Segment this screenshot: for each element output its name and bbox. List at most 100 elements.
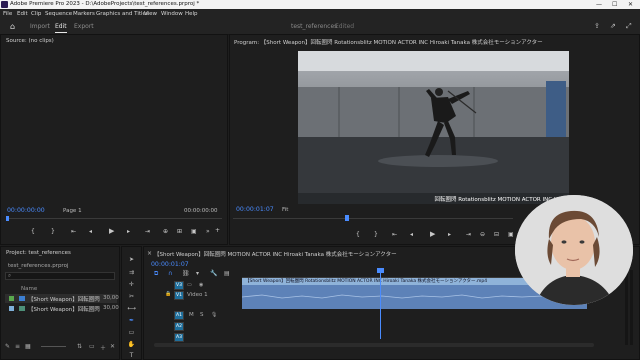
- source-add-button-icon[interactable]: +: [215, 227, 220, 234]
- sequence-tab[interactable]: 【Short Weapon】回転圏閃 MOTION ACTOR INC Hiro…: [154, 250, 397, 258]
- mute-button[interactable]: M: [189, 312, 194, 318]
- source-timecode[interactable]: 00:00:00:00: [7, 207, 45, 214]
- track-target-a1[interactable]: A1: [174, 311, 184, 320]
- slip-tool-icon[interactable]: ⟷: [127, 304, 136, 313]
- playhead-handle[interactable]: [377, 268, 384, 273]
- rectangle-tool-icon[interactable]: ▭: [127, 328, 136, 337]
- program-step-back-icon[interactable]: ◂: [410, 231, 413, 238]
- lift-icon[interactable]: ⊖: [480, 231, 485, 238]
- timeline-playhead[interactable]: [380, 269, 381, 339]
- delete-icon[interactable]: ✕: [110, 343, 115, 350]
- pen-tool-icon[interactable]: ✒: [127, 316, 136, 325]
- project-item-row[interactable]: 【Short Weapon】回転圏閃 30,00: [5, 294, 119, 303]
- menu-help[interactable]: Help: [185, 11, 198, 17]
- program-zoom-select[interactable]: Fit: [282, 207, 288, 213]
- zoom-slider[interactable]: [41, 346, 66, 347]
- program-play-icon[interactable]: ▶: [430, 230, 435, 238]
- menu-sequence[interactable]: Sequence: [45, 11, 72, 17]
- mark-in-icon[interactable]: {: [31, 228, 35, 235]
- list-view-icon[interactable]: ≡: [15, 343, 20, 350]
- program-timecode[interactable]: 00:00:01:07: [236, 206, 274, 213]
- step-back-icon[interactable]: ◂: [89, 228, 92, 235]
- source-more-icon[interactable]: »: [206, 228, 210, 235]
- ripple-edit-tool-icon[interactable]: ✛: [127, 280, 136, 289]
- sort-icon[interactable]: ⇅: [77, 343, 82, 350]
- video-track-label: Video 1: [187, 292, 208, 298]
- project-item-fps: 30,00: [103, 305, 119, 311]
- fullscreen-icon[interactable]: ⤢: [626, 22, 632, 31]
- track-target-v1[interactable]: V1: [174, 291, 184, 300]
- project-pen-icon[interactable]: ✎: [5, 343, 10, 350]
- audio-meter-left: [625, 270, 628, 345]
- program-mark-in-icon[interactable]: {: [356, 231, 360, 238]
- nest-toggle-icon[interactable]: ⧉: [154, 270, 158, 278]
- solo-button[interactable]: S: [200, 312, 204, 318]
- go-to-in-icon[interactable]: ⇤: [71, 228, 76, 235]
- insert-icon[interactable]: ⊕: [163, 228, 168, 235]
- icon-view-icon[interactable]: ▦: [25, 343, 31, 350]
- selection-tool-icon[interactable]: ➤: [127, 255, 136, 264]
- project-name-column-header[interactable]: Name: [21, 286, 37, 292]
- program-export-frame-icon[interactable]: ▣: [508, 231, 514, 238]
- program-panel-title: Program: 【Short Weapon】回転圏閃 Rotationsbli…: [234, 40, 543, 46]
- program-playhead[interactable]: [345, 215, 349, 221]
- lock-icon[interactable]: 🔒: [165, 291, 171, 297]
- program-go-to-out-icon[interactable]: ⇥: [466, 231, 471, 238]
- timeline-timecode[interactable]: 00:00:01:07: [151, 261, 189, 268]
- toggle-sync-lock-icon[interactable]: ▭: [187, 282, 192, 288]
- maximize-icon[interactable]: ☐: [612, 1, 617, 8]
- menu-file[interactable]: File: [3, 11, 12, 17]
- minimize-icon[interactable]: —: [596, 1, 602, 8]
- play-icon[interactable]: ▶: [109, 227, 114, 235]
- close-icon[interactable]: ✕: [628, 1, 633, 8]
- razor-tool-icon[interactable]: ✂: [127, 292, 136, 301]
- menu-window[interactable]: Window: [161, 11, 183, 17]
- new-bin-icon[interactable]: ▭: [89, 343, 95, 350]
- source-playhead[interactable]: [6, 216, 9, 221]
- step-forward-icon[interactable]: ▸: [127, 228, 130, 235]
- type-tool-icon[interactable]: T: [127, 351, 136, 360]
- program-step-forward-icon[interactable]: ▸: [448, 231, 451, 238]
- tab-export[interactable]: Export: [74, 23, 94, 30]
- snap-icon[interactable]: ∩: [168, 270, 172, 277]
- quick-export-icon[interactable]: ⇪: [594, 22, 600, 30]
- track-select-tool-icon[interactable]: ⇉: [127, 268, 136, 277]
- source-time-ruler[interactable]: [6, 218, 222, 219]
- go-to-out-icon[interactable]: ⇥: [145, 228, 150, 235]
- project-item-fps: 30,00: [103, 295, 119, 301]
- track-target-a2[interactable]: A2: [174, 322, 184, 331]
- tab-edit[interactable]: Edit: [55, 23, 67, 33]
- home-icon[interactable]: ⌂: [10, 22, 15, 31]
- menu-edit[interactable]: Edit: [17, 11, 28, 17]
- mark-out-icon[interactable]: }: [51, 228, 55, 235]
- captions-icon[interactable]: ▤: [224, 270, 230, 277]
- program-go-to-in-icon[interactable]: ⇤: [392, 231, 397, 238]
- new-item-icon[interactable]: ＋: [100, 343, 106, 352]
- voice-over-icon[interactable]: 🎙: [211, 312, 217, 318]
- close-sequence-icon[interactable]: ×: [147, 250, 152, 257]
- timeline-settings-icon[interactable]: 🔧: [210, 270, 217, 277]
- program-time-ruler[interactable]: [233, 218, 513, 219]
- export-frame-icon[interactable]: ▣: [191, 228, 197, 235]
- menu-graphics-and-titles[interactable]: Graphics and Titles: [96, 11, 149, 17]
- timeline-horizontal-scrollbar[interactable]: [154, 343, 594, 347]
- toggle-output-icon[interactable]: ◉: [199, 282, 203, 288]
- share-icon[interactable]: ⇗: [610, 22, 616, 30]
- linked-selection-icon[interactable]: ⛓: [182, 270, 190, 277]
- menu-clip[interactable]: Clip: [31, 11, 41, 17]
- track-target-a3[interactable]: A3: [174, 333, 184, 342]
- track-target-v3[interactable]: V3: [174, 281, 184, 290]
- program-video-frame[interactable]: 回転圏閃 Rotationsblitz MOTION ACTOR INC Hir…: [298, 51, 569, 204]
- extract-icon[interactable]: ⊟: [494, 231, 499, 238]
- source-page-select[interactable]: Page 1: [63, 208, 82, 214]
- add-marker-icon[interactable]: ▾: [196, 270, 199, 277]
- program-mark-out-icon[interactable]: }: [374, 231, 378, 238]
- menu-markers[interactable]: Markers: [73, 11, 95, 17]
- project-search-input[interactable]: ⌕: [5, 272, 115, 280]
- source-monitor-panel: Source: (no clips) 00:00:00:00 Page 1 00…: [0, 34, 228, 245]
- project-item-row[interactable]: 【Short Weapon】回転圏閃 30,00: [5, 304, 119, 313]
- hand-tool-icon[interactable]: ✋: [127, 340, 136, 349]
- overwrite-icon[interactable]: ⊞: [177, 228, 182, 235]
- menu-view[interactable]: View: [144, 11, 157, 17]
- tab-import[interactable]: Import: [30, 23, 50, 30]
